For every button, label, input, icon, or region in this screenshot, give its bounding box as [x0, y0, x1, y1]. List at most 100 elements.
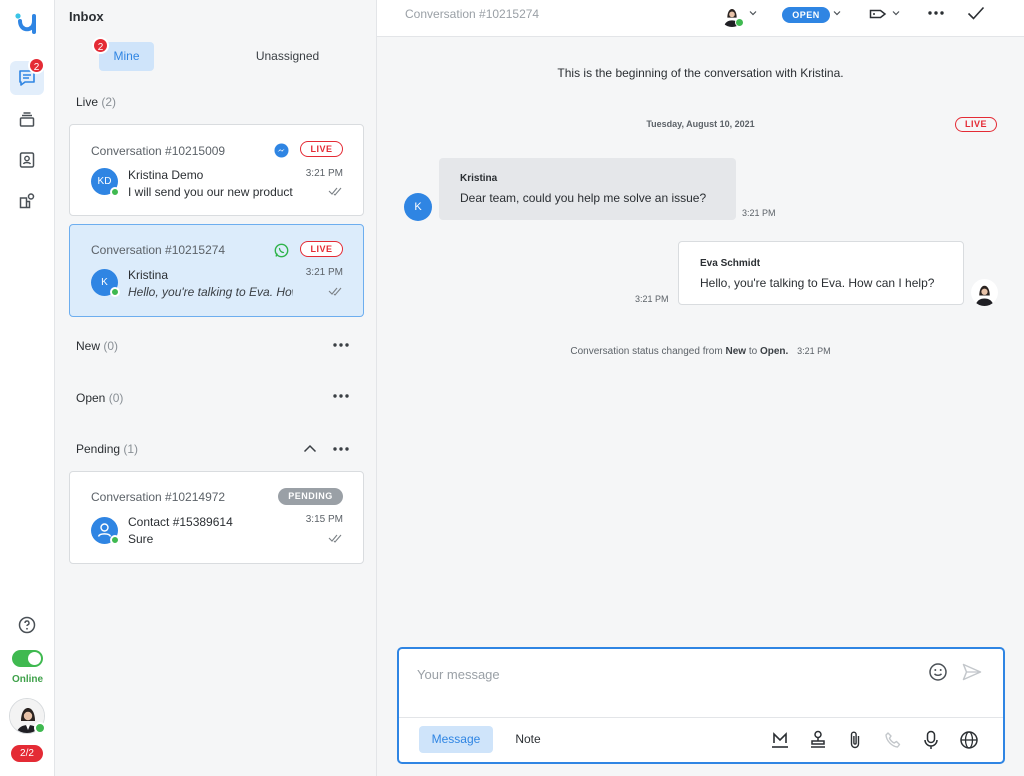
chevron-down-icon[interactable] — [833, 10, 841, 16]
microphone-icon[interactable] — [923, 730, 939, 750]
online-dot — [110, 287, 120, 297]
live-badge: LIVE — [955, 117, 997, 132]
section-label: Open — [76, 391, 106, 405]
globe-icon[interactable] — [959, 730, 979, 750]
agent-online-dot — [735, 18, 744, 27]
status-to: Open. — [759, 346, 789, 357]
conversation-id: Conversation #10214972 — [91, 490, 226, 504]
contact-name: Contact #15389614 — [128, 515, 233, 529]
seat-count-badge: 2/2 — [11, 745, 43, 762]
section-count: (1) — [123, 442, 139, 456]
app: 2 Online 2/2 Inbox Mine 2 Unassigned Liv… — [0, 0, 1024, 776]
contact-name: Kristina Demo — [128, 168, 204, 182]
contact-avatar: K — [404, 193, 432, 221]
composer-divider — [399, 717, 1003, 718]
section-count: (0) — [103, 339, 119, 353]
message-text: Dear team, could you help me solve an is… — [460, 191, 707, 205]
message-time: 3:21 PM — [742, 208, 776, 218]
conversation-id: Conversation #10215009 — [91, 144, 226, 158]
user-photo-icon — [971, 279, 998, 306]
help-button[interactable] — [17, 615, 37, 635]
my-online-dot — [34, 722, 46, 734]
send-icon[interactable] — [962, 663, 982, 681]
emoji-icon[interactable] — [928, 662, 948, 682]
status-change-event: Conversation status changed from New to … — [377, 346, 1024, 357]
online-toggle[interactable] — [12, 650, 43, 667]
status-dropdown[interactable]: OPEN — [782, 7, 830, 23]
conversation-header: Conversation #10215274 OPEN — [377, 0, 1024, 37]
conversation-title: Conversation #10215274 — [405, 7, 540, 21]
inbox-title: Inbox — [69, 9, 104, 24]
nav-archive[interactable] — [10, 102, 44, 136]
online-dot — [110, 187, 120, 197]
message-time: 3:15 PM — [305, 514, 343, 525]
message-text: Hello, you're talking to Eva. How can I … — [700, 276, 935, 290]
chevron-up-icon[interactable] — [303, 444, 317, 453]
tag-icon[interactable] — [869, 7, 887, 21]
date-separator: Tuesday, August 10, 2021 — [646, 119, 755, 129]
phone-icon[interactable] — [884, 731, 902, 749]
messenger-icon — [274, 143, 289, 158]
message-author: Kristina — [460, 173, 498, 184]
status-prefix: Conversation status changed from — [570, 346, 723, 357]
integrations-icon — [19, 193, 35, 209]
conversation-beginning-text: This is the beginning of the conversatio… — [557, 66, 844, 80]
resolve-check-icon[interactable] — [967, 5, 985, 21]
app-logo-icon[interactable] — [14, 12, 40, 40]
more-options-icon[interactable] — [332, 391, 350, 401]
double-check-icon — [328, 187, 342, 196]
double-check-icon — [328, 287, 342, 296]
section-live[interactable]: Live (2) — [76, 95, 116, 109]
last-message: I will send you our new product — [128, 185, 293, 199]
whatsapp-icon — [274, 243, 289, 258]
help-icon — [18, 616, 36, 634]
last-message: Sure — [128, 532, 154, 546]
message-input[interactable] — [417, 663, 897, 685]
message-mode-button[interactable]: Message — [419, 726, 493, 753]
pending-badge: PENDING — [278, 488, 343, 505]
section-new[interactable]: New (0) — [76, 339, 118, 353]
message-author: Eva Schmidt — [700, 258, 761, 269]
chevron-down-icon[interactable] — [892, 10, 900, 16]
note-mode-button[interactable]: Note — [502, 726, 554, 753]
chevron-down-icon[interactable] — [749, 10, 757, 16]
section-label: Live — [76, 95, 99, 109]
status-from: New — [725, 346, 747, 357]
online-dot — [110, 535, 120, 545]
more-options-icon[interactable] — [927, 10, 945, 16]
message-time: 3:21 PM — [305, 267, 343, 278]
section-pending[interactable]: Pending (1) — [76, 442, 138, 456]
mine-badge: 2 — [92, 37, 109, 54]
nav-integrations[interactable] — [10, 184, 44, 218]
status-to-word: to — [748, 346, 758, 357]
online-status-label: Online — [11, 674, 44, 685]
section-count: (0) — [108, 391, 124, 405]
section-label: New — [76, 339, 101, 353]
live-badge: LIVE — [300, 141, 343, 157]
agent-avatar — [971, 279, 998, 306]
status-time: 3:21 PM — [797, 346, 831, 356]
section-count: (2) — [101, 95, 117, 109]
message-time: 3:21 PM — [305, 168, 343, 179]
tab-unassigned[interactable]: Unassigned — [245, 42, 330, 71]
conversation-card-selected[interactable]: Conversation #10215274 LIVE K Kristina H… — [69, 224, 364, 317]
conversation-card[interactable]: Conversation #10214972 PENDING Contact #… — [69, 471, 364, 564]
conversation-panel: Conversation #10215274 OPEN This is the … — [377, 0, 1024, 776]
live-badge: LIVE — [300, 241, 343, 257]
last-message: Hello, you're talking to Eva. How can I … — [128, 285, 293, 299]
double-check-icon — [328, 534, 342, 543]
attachment-icon[interactable] — [848, 730, 862, 750]
markdown-icon[interactable] — [771, 730, 789, 750]
chat-badge: 2 — [28, 57, 45, 74]
stack-icon — [19, 112, 35, 127]
outgoing-message: Eva Schmidt Hello, you're talking to Eva… — [678, 241, 964, 305]
message-composer: Message Note — [397, 647, 1005, 764]
more-options-icon[interactable] — [332, 444, 350, 454]
more-options-icon[interactable] — [332, 340, 350, 350]
conversation-card[interactable]: Conversation #10215009 LIVE KD Kristina … — [69, 124, 364, 216]
section-label: Pending — [76, 442, 121, 456]
nav-contacts[interactable] — [10, 143, 44, 177]
section-open[interactable]: Open (0) — [76, 391, 123, 405]
incoming-message: Kristina Dear team, could you help me so… — [439, 158, 736, 220]
stamp-icon[interactable] — [809, 730, 827, 750]
